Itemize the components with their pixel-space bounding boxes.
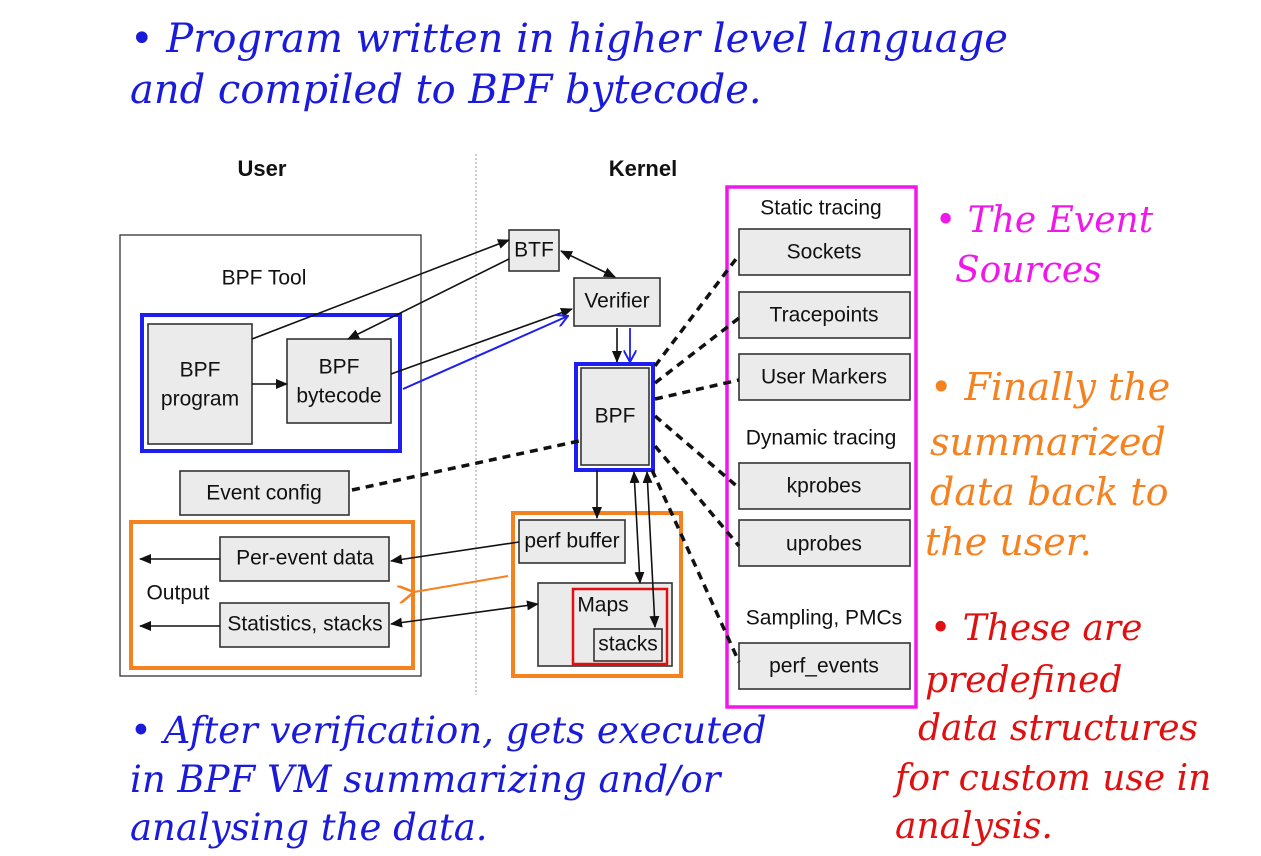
event-config-label: Event config [206, 482, 322, 505]
perf-buffer-to-per-event-arrow [390, 541, 520, 565]
tracepoints-label: Tracepoints [770, 304, 879, 327]
event-config-link [351, 439, 580, 492]
user-markers-label: User Markers [761, 366, 887, 389]
top-note-line-2: and compiled to BPF bytecode. [130, 67, 762, 113]
bpf-architecture-diagram: • Program written in higher level langua… [119, 16, 1211, 849]
bpf-vm-label: BPF [595, 405, 636, 428]
user-header: User [238, 156, 287, 181]
bpf-bytecode-label-1: BPF [319, 356, 360, 379]
kernel-header: Kernel [609, 156, 677, 181]
bpf-program-box [147, 323, 253, 445]
uprobes-label: uprobes [786, 533, 862, 556]
bottom-note-line-1: • After verification, gets executed [130, 709, 767, 752]
output-label: Output [146, 582, 209, 605]
output-note-line-3: data back to [930, 470, 1169, 514]
event-sources-note-line-1: • The Event [935, 200, 1154, 241]
perf-buffer-label: perf buffer [524, 530, 619, 553]
stacks-label: stacks [598, 633, 658, 656]
static-tracing-heading: Static tracing [760, 197, 881, 220]
bpf-tool-title: BPF Tool [222, 267, 307, 290]
event-sources-note-line-2: Sources [955, 250, 1102, 291]
output-note-line-4: the user. [925, 520, 1092, 564]
bpf-bytecode-label-2: bytecode [296, 385, 381, 408]
bpf-program-label-2: program [161, 388, 239, 411]
output-note: • Finally the summarized data back to th… [925, 365, 1170, 564]
kprobes-label: kprobes [787, 475, 862, 498]
top-note: • Program written in higher level langua… [130, 16, 1008, 113]
perf-events-label: perf_events [769, 655, 879, 678]
maps-note-line-4: for custom use in [892, 758, 1211, 799]
top-note-line-1: • Program written in higher level langua… [130, 16, 1008, 62]
bytecode-to-verifier-blue-arrow [402, 316, 568, 390]
output-note-line-2: summarized [930, 420, 1166, 464]
bpf-maps-arrow [629, 471, 645, 584]
btf-label: BTF [514, 239, 554, 262]
statistics-stacks-label: Statistics, stacks [227, 613, 382, 636]
bottom-note-line-2: in BPF VM summarizing and/or [130, 758, 723, 801]
output-note-line-1: • Finally the [930, 365, 1170, 409]
kernel-to-user-orange-arrow [414, 575, 509, 592]
event-sources-note: • The Event Sources [935, 200, 1154, 291]
bytecode-to-verifier-arrow [390, 308, 573, 375]
verifier-label: Verifier [584, 290, 649, 313]
maps-note-line-5: analysis. [895, 806, 1053, 847]
maps-label: Maps [577, 594, 628, 617]
per-event-data-label: Per-event data [236, 547, 374, 570]
maps-note: • These are predefined data structures f… [892, 608, 1211, 847]
bottom-note: • After verification, gets executed in B… [130, 709, 767, 849]
maps-note-line-2: predefined [925, 660, 1122, 701]
bpf-program-label-1: BPF [180, 359, 221, 382]
maps-note-line-1: • These are [930, 608, 1142, 649]
btf-verifier-arrow [560, 250, 616, 278]
sockets-label: Sockets [787, 241, 862, 264]
bottom-note-line-3: analysing the data. [130, 806, 488, 849]
maps-note-line-3: data structures [918, 708, 1198, 749]
sampling-pmcs-heading: Sampling, PMCs [746, 607, 902, 630]
dynamic-tracing-heading: Dynamic tracing [746, 427, 897, 450]
bpf-bytecode-box [286, 338, 392, 424]
